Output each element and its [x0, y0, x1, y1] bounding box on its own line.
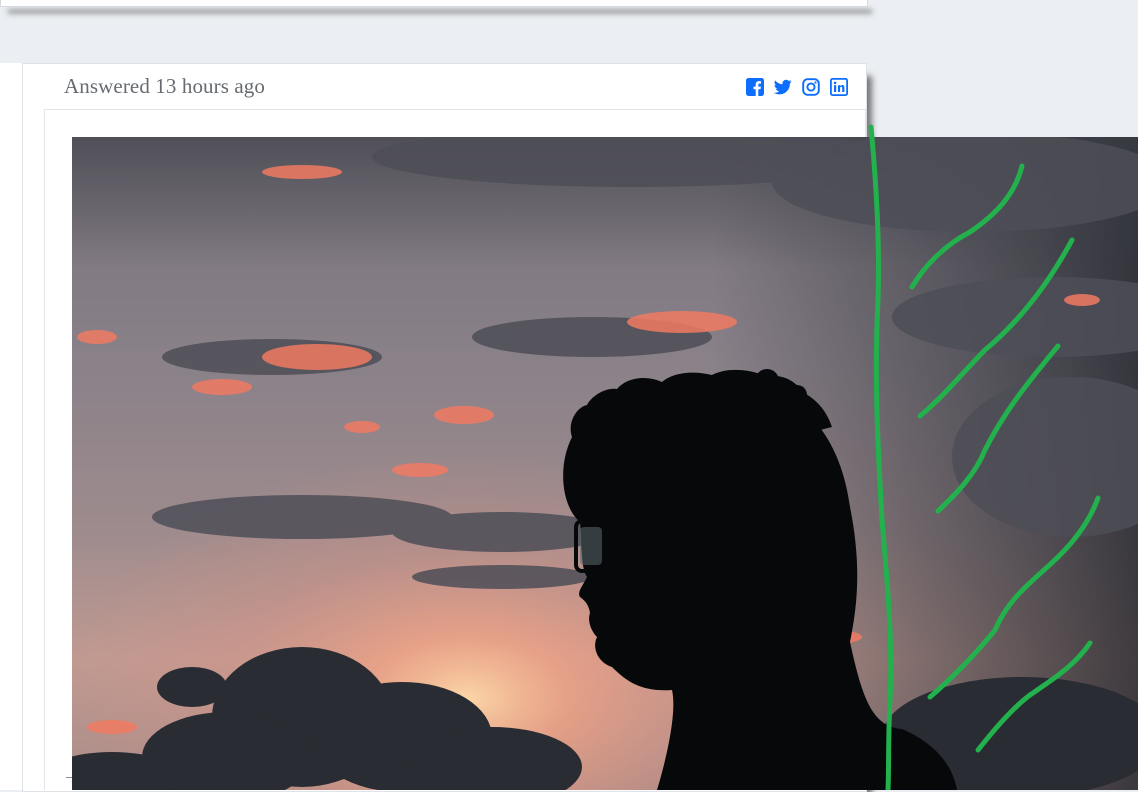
answer-photo — [72, 137, 1138, 790]
linkedin-icon[interactable] — [829, 77, 849, 97]
previous-card — [0, 0, 868, 7]
facebook-icon[interactable] — [746, 78, 764, 96]
left-rail — [0, 63, 23, 790]
share-icons — [746, 77, 849, 97]
answer-timestamp: Answered 13 hours ago — [64, 74, 265, 98]
twitter-icon[interactable] — [773, 78, 792, 96]
instagram-icon[interactable] — [802, 78, 820, 96]
